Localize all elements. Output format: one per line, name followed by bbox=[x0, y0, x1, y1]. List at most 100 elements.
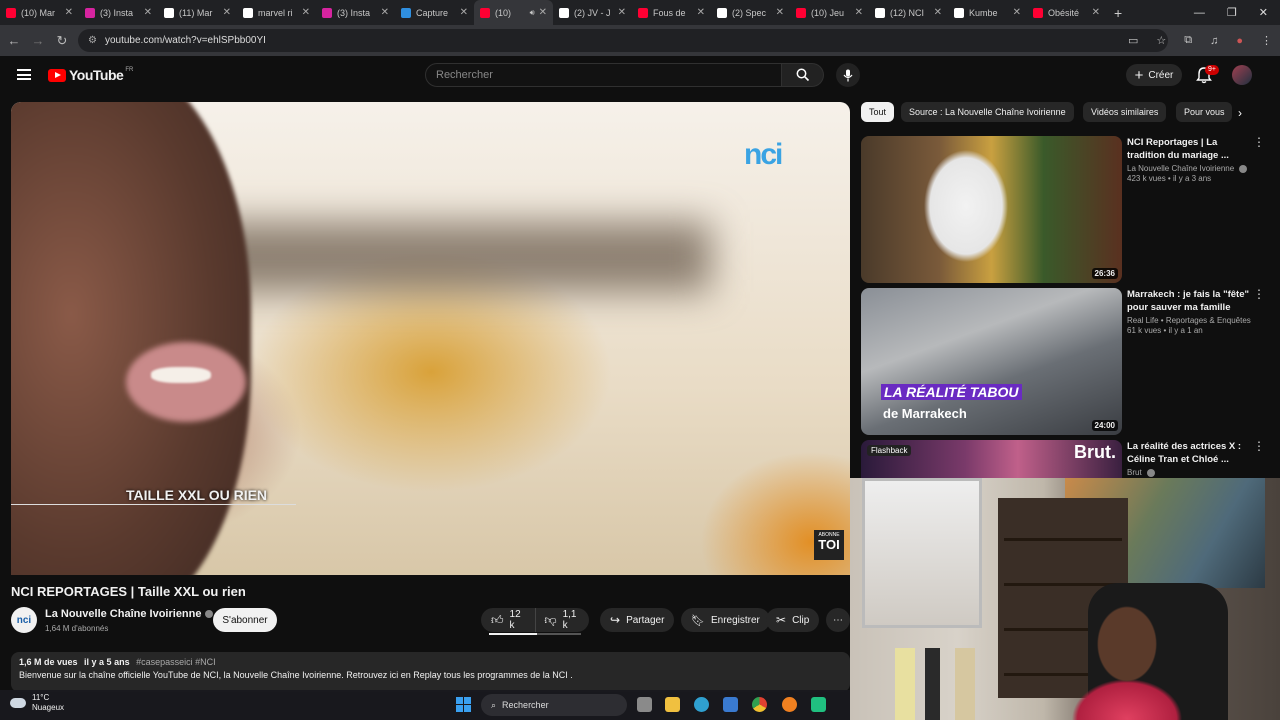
clip-label: Clip bbox=[792, 614, 810, 626]
chip-for-you[interactable]: Pour vous bbox=[1176, 102, 1232, 122]
recommendation-item[interactable]: LA RÉALITÉ TABOU de Marrakech 24:00 Marr… bbox=[861, 288, 1265, 436]
forward-icon[interactable]: → bbox=[26, 33, 50, 48]
menu-icon[interactable] bbox=[17, 69, 31, 80]
windows-start-icon[interactable] bbox=[456, 697, 471, 712]
close-tab-icon[interactable]: ✕ bbox=[776, 7, 784, 18]
clip-button[interactable]: ✂ Clip bbox=[766, 608, 820, 632]
close-tab-icon[interactable]: ✕ bbox=[855, 7, 863, 18]
hashtags[interactable]: #casepasseici #NCI bbox=[136, 657, 216, 667]
reload-icon[interactable]: ↻ bbox=[50, 33, 74, 49]
chip-source[interactable]: Source : La Nouvelle Chaîne Ivoirienne bbox=[901, 102, 1074, 122]
user-avatar[interactable] bbox=[1232, 65, 1252, 85]
more-vertical-icon[interactable]: ⋮ bbox=[1253, 440, 1261, 452]
extensions-icon[interactable]: ⧉ bbox=[1184, 34, 1192, 47]
browser-tab[interactable]: Kumbe ✕ bbox=[948, 0, 1027, 25]
file-explorer-icon[interactable] bbox=[665, 697, 680, 712]
recommendation-thumbnail[interactable]: 26:36 bbox=[861, 136, 1122, 283]
close-tab-icon[interactable]: ✕ bbox=[144, 7, 152, 18]
create-button[interactable]: + Créer bbox=[1126, 64, 1182, 86]
share-button[interactable]: ↪ Partager bbox=[600, 608, 675, 632]
browser-tab[interactable]: Fous de ✕ bbox=[632, 0, 711, 25]
recommendation-channel[interactable]: Real Life • Reportages & Enquêtes bbox=[1127, 316, 1257, 325]
chip-similar[interactable]: Vidéos similaires bbox=[1083, 102, 1167, 122]
recommendation-title[interactable]: Marrakech : je fais la "fête" pour sauve… bbox=[1127, 288, 1257, 314]
browser-tab[interactable]: (10) 🔊︎ ✕ bbox=[474, 0, 553, 25]
browser-tab[interactable]: (3) Insta ✕ bbox=[316, 0, 395, 25]
chip-all[interactable]: Tout bbox=[861, 102, 895, 122]
youtube-logo[interactable]: YouTube FR bbox=[48, 67, 133, 83]
close-tab-icon[interactable]: ✕ bbox=[697, 7, 705, 18]
browser-tab[interactable]: marvel ri ✕ bbox=[237, 0, 316, 25]
firefox-icon[interactable] bbox=[782, 697, 797, 712]
search-button[interactable] bbox=[782, 63, 824, 87]
plus-icon: + bbox=[1134, 66, 1144, 84]
app-icon[interactable] bbox=[811, 697, 826, 712]
recommendation-title[interactable]: NCI Reportages | La tradition du mariage… bbox=[1127, 136, 1257, 162]
browser-menu-icon[interactable]: ⋮ bbox=[1261, 34, 1272, 47]
voice-search-button[interactable] bbox=[836, 63, 860, 87]
media-icon[interactable]: ♫ bbox=[1210, 35, 1218, 47]
description-box[interactable]: 1,6 M de vues il y a 5 ans #casepasseici… bbox=[11, 652, 850, 692]
site-info-icon[interactable]: ⚙ bbox=[88, 35, 97, 46]
share-icon: ↪ bbox=[610, 613, 621, 627]
cast-icon[interactable]: ▭ bbox=[1128, 34, 1138, 47]
close-tab-icon[interactable]: ✕ bbox=[460, 7, 468, 18]
bookmark-star-icon[interactable]: ☆ bbox=[1156, 34, 1166, 47]
close-tab-icon[interactable]: ✕ bbox=[302, 7, 310, 18]
weather-widget[interactable]: 11°C Nuageux bbox=[10, 693, 64, 713]
channel-avatar[interactable]: nci bbox=[11, 607, 37, 633]
restore-icon[interactable]: ❐ bbox=[1227, 6, 1237, 19]
close-tab-icon[interactable]: ✕ bbox=[934, 7, 942, 18]
new-tab-button[interactable]: + bbox=[1106, 5, 1130, 21]
recommendation-info: Marrakech : je fais la "fête" pour sauve… bbox=[1127, 288, 1257, 335]
browser-tab[interactable]: Obésité ✕ bbox=[1027, 0, 1106, 25]
subscribe-corner-badge[interactable]: ABONNE TOI bbox=[814, 530, 844, 560]
browser-tab[interactable]: (11) Mar ✕ bbox=[158, 0, 237, 25]
browser-tab[interactable]: (3) Insta ✕ bbox=[79, 0, 158, 25]
browser-tab[interactable]: Capture ✕ bbox=[395, 0, 474, 25]
taskbar-search[interactable]: ⌕ Rechercher bbox=[481, 694, 627, 716]
close-tab-icon[interactable]: ✕ bbox=[539, 7, 547, 18]
more-actions-button[interactable]: ⋯ bbox=[826, 608, 850, 632]
close-tab-icon[interactable]: ✕ bbox=[618, 7, 626, 18]
edge-icon[interactable] bbox=[694, 697, 709, 712]
close-window-icon[interactable]: ✕ bbox=[1259, 6, 1268, 19]
close-tab-icon[interactable]: ✕ bbox=[1013, 7, 1021, 18]
browser-tab[interactable]: (10) Jeu ✕ bbox=[790, 0, 869, 25]
recommendation-channel[interactable]: La Nouvelle Chaîne Ivoirienne bbox=[1127, 164, 1234, 173]
recommendation-thumbnail[interactable]: LA RÉALITÉ TABOU de Marrakech 24:00 bbox=[861, 288, 1122, 435]
recommendation-item[interactable]: Flashback Brut. La réalité des actrices … bbox=[861, 440, 1261, 478]
more-vertical-icon[interactable]: ⋮ bbox=[1253, 136, 1265, 148]
recommendation-title[interactable]: La réalité des actrices X : Céline Tran … bbox=[1127, 440, 1257, 466]
back-icon[interactable]: ← bbox=[2, 33, 26, 48]
more-vertical-icon[interactable]: ⋮ bbox=[1253, 288, 1265, 300]
minimize-icon[interactable]: — bbox=[1194, 7, 1205, 19]
browser-tab[interactable]: (2) JV - J ✕ bbox=[553, 0, 632, 25]
chrome-icon[interactable] bbox=[752, 697, 767, 712]
chevron-right-icon[interactable]: › bbox=[1238, 106, 1242, 120]
recommendation-item[interactable]: 26:36 NCI Reportages | La tradition du m… bbox=[861, 136, 1265, 284]
browser-tab[interactable]: (10) Mar ✕ bbox=[0, 0, 79, 25]
recommendation-thumbnail[interactable]: Flashback Brut. bbox=[861, 440, 1122, 478]
browser-tab[interactable]: (2) Spec ✕ bbox=[711, 0, 790, 25]
close-tab-icon[interactable]: ✕ bbox=[223, 7, 231, 18]
url-field[interactable]: ⚙ youtube.com/watch?v=ehlSPbb00YI bbox=[78, 29, 1168, 52]
dislike-button[interactable]: 👎︎ 1,1 k bbox=[536, 608, 589, 632]
recommendation-channel[interactable]: Brut bbox=[1127, 468, 1142, 477]
notification-badge: 9+ bbox=[1205, 65, 1219, 75]
close-tab-icon[interactable]: ✕ bbox=[381, 7, 389, 18]
search-input[interactable]: Rechercher bbox=[425, 63, 782, 87]
close-tab-icon[interactable]: ✕ bbox=[65, 7, 73, 18]
subscribe-button[interactable]: S'abonner bbox=[213, 608, 277, 632]
close-tab-icon[interactable]: ✕ bbox=[1092, 7, 1100, 18]
save-button[interactable]: 🔖︎ Enregistrer bbox=[681, 608, 770, 632]
channel-name[interactable]: La Nouvelle Chaîne Ivoirienne bbox=[45, 608, 202, 620]
task-view-icon[interactable] bbox=[637, 697, 652, 712]
like-button[interactable]: 👍︎ 12 k bbox=[481, 608, 537, 632]
browser-tab[interactable]: (12) NCI ✕ bbox=[869, 0, 948, 25]
video-player[interactable]: nci TAILLE XXL OU RIEN ABONNE TOI bbox=[11, 102, 850, 575]
speaker-icon[interactable]: 🔊︎ bbox=[530, 8, 535, 18]
channel-name-row[interactable]: La Nouvelle Chaîne Ivoirienne bbox=[45, 608, 213, 620]
profile-icon[interactable]: ● bbox=[1236, 35, 1243, 47]
store-icon[interactable] bbox=[723, 697, 738, 712]
